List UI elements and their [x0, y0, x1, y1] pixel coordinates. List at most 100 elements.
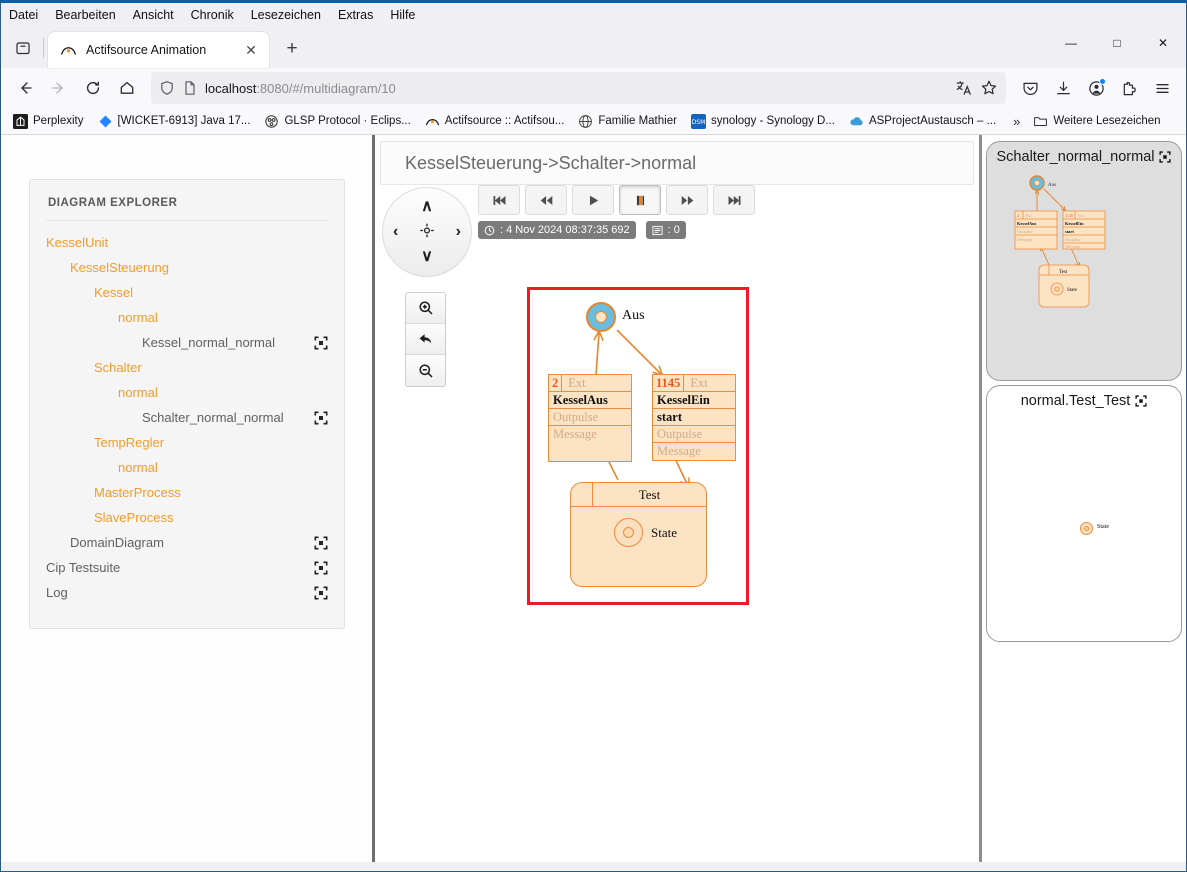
svg-text:KesselEin: KesselEin [1065, 221, 1084, 226]
svg-text:Message: Message [1065, 244, 1080, 249]
tab-actifsource-animation[interactable]: Actifsource Animation ✕ [48, 32, 269, 68]
zoom-in-icon[interactable] [406, 293, 445, 324]
bookmark-perplexity[interactable]: Perplexity [7, 111, 90, 132]
tree-item-kessel-normal-normal[interactable]: Kessel_normal_normal [46, 330, 328, 355]
pan-right-icon[interactable]: › [456, 224, 461, 240]
bookmark-label: [WICKET-6913] Java 17... [118, 115, 251, 127]
minipanel-normal-test-test[interactable]: normal.Test_Test State [986, 385, 1182, 642]
dsm-icon: DSM [691, 114, 706, 129]
extensions-icon[interactable] [1113, 72, 1145, 104]
step-forward-button[interactable] [666, 185, 708, 215]
menu-datei[interactable]: Datei [9, 8, 38, 22]
state-circle[interactable] [614, 518, 643, 547]
translate-icon[interactable] [955, 79, 973, 97]
message-box-kesselaus[interactable]: 2 Ext KesselAus Outpulse Message [548, 374, 632, 462]
play-button[interactable] [572, 185, 614, 215]
step-back-button[interactable] [525, 185, 567, 215]
bookmark-glsp[interactable]: GLSP Protocol · Eclips... [258, 111, 416, 132]
skip-start-button[interactable] [478, 185, 520, 215]
close-icon[interactable]: ✕ [241, 40, 261, 60]
node-aus[interactable] [586, 302, 616, 332]
bookmark-synology[interactable]: DSM synology - Synology D... [685, 111, 841, 132]
menu-chronik[interactable]: Chronik [191, 8, 234, 22]
menu-ansicht[interactable]: Ansicht [133, 8, 174, 22]
explorer-title: DIAGRAM EXPLORER [46, 194, 328, 221]
pause-button[interactable] [619, 185, 661, 215]
skip-end-button[interactable] [713, 185, 755, 215]
playback-toolbar [478, 185, 755, 215]
tree-item-kessel-normal[interactable]: normal [46, 305, 328, 330]
forward-icon[interactable] [43, 72, 75, 104]
expand-icon[interactable] [1135, 395, 1147, 407]
tree-item-slaveprocess[interactable]: SlaveProcess [46, 505, 328, 530]
other-bookmarks-label: Weitere Lesezeichen [1053, 115, 1160, 127]
tree-item-tempregler-normal[interactable]: normal [46, 455, 328, 480]
pan-compass[interactable]: ∧ ‹ › ∨ [382, 187, 472, 277]
tree-item-kesselsteuerung[interactable]: KesselSteuerung [46, 255, 328, 280]
app-menu-icon[interactable] [1146, 72, 1178, 104]
tree-item-schalter[interactable]: Schalter [46, 355, 328, 380]
bookmarks-bar: Perplexity [WICKET-6913] Java 17... GLSP… [1, 108, 1186, 135]
bookmark-actifsource[interactable]: Actifsource :: Actifsou... [419, 111, 571, 132]
reload-icon[interactable] [77, 72, 109, 104]
menu-lesezeichen[interactable]: Lesezeichen [251, 8, 321, 22]
globe-icon [578, 114, 593, 129]
download-icon[interactable] [1047, 72, 1079, 104]
expand-icon[interactable] [314, 336, 328, 350]
bookmark-wicket[interactable]: [WICKET-6913] Java 17... [92, 111, 257, 132]
menu-bearbeiten[interactable]: Bearbeiten [55, 8, 115, 22]
bookmark-familie-mathier[interactable]: Familie Mathier [572, 111, 683, 132]
expand-icon[interactable] [314, 561, 328, 575]
minipanel-schalter-normal-normal[interactable]: Schalter_normal_normal [986, 141, 1182, 381]
menu-hilfe[interactable]: Hilfe [390, 8, 415, 22]
minipanel-thumbnail[interactable]: State [987, 409, 1181, 642]
minimize-button[interactable]: — [1048, 26, 1094, 59]
diagram-canvas[interactable]: Aus 2 Ext KesselAus Outpulse Message 114… [527, 287, 749, 605]
pan-down-icon[interactable]: ∨ [421, 249, 433, 265]
message-box-kesselein[interactable]: 1145 Ext KesselEin start Outpulse Messag… [652, 374, 736, 461]
expand-icon[interactable] [314, 536, 328, 550]
tree-item-label: Kessel_normal_normal [142, 335, 306, 350]
pan-left-icon[interactable]: ‹ [393, 224, 398, 240]
pan-center-icon[interactable] [420, 223, 435, 241]
tree-item-cip-testsuite[interactable]: Cip Testsuite [46, 555, 328, 580]
expand-icon[interactable] [314, 586, 328, 600]
zoom-out-icon[interactable] [406, 355, 445, 386]
tree-item-kessel[interactable]: Kessel [46, 280, 328, 305]
maximize-button[interactable]: □ [1094, 26, 1140, 59]
message-box-header: 1145 Ext [653, 375, 735, 392]
tree-item-schalter-normal[interactable]: normal [46, 380, 328, 405]
jira-icon [98, 114, 113, 129]
svg-text:Ext: Ext [1078, 213, 1084, 218]
message-ext: Ext [562, 375, 591, 391]
close-window-button[interactable]: ✕ [1140, 26, 1186, 59]
timestamp-text: : 4 Nov 2024 08:37:35 692 [500, 224, 630, 236]
pocket-icon[interactable] [1014, 72, 1046, 104]
tree-item-schalter-normal-normal[interactable]: Schalter_normal_normal [46, 405, 328, 430]
tree-item-label: normal [118, 385, 328, 400]
home-icon[interactable] [111, 72, 143, 104]
reset-icon[interactable] [406, 324, 445, 355]
state-machine-test[interactable]: Test State [570, 482, 707, 587]
bookmarks-overflow-icon[interactable]: » [1008, 111, 1025, 132]
url-text: localhost:8080/#/multidiagram/10 [205, 81, 948, 96]
tree-item-kesselunit[interactable]: KesselUnit [46, 230, 328, 255]
state-circle[interactable] [1080, 522, 1093, 535]
expand-icon[interactable] [1159, 151, 1171, 163]
list-all-tabs-icon[interactable] [5, 31, 41, 65]
other-bookmarks-folder[interactable]: Weitere Lesezeichen [1027, 111, 1166, 132]
new-tab-button[interactable]: + [277, 34, 307, 64]
menu-extras[interactable]: Extras [338, 8, 373, 22]
expand-icon[interactable] [314, 411, 328, 425]
account-icon[interactable] [1080, 72, 1112, 104]
tree-item-domaindiagram[interactable]: DomainDiagram [46, 530, 328, 555]
back-icon[interactable] [9, 72, 41, 104]
tree-item-masterprocess[interactable]: MasterProcess [46, 480, 328, 505]
pan-up-icon[interactable]: ∧ [421, 199, 433, 215]
bookmark-star-icon[interactable] [980, 79, 998, 97]
tree-item-log[interactable]: Log [46, 580, 328, 605]
minipanel-thumbnail[interactable]: Aus 2 Ext KesselA [987, 165, 1181, 381]
bookmark-asprojektaustausch[interactable]: ASProjectAustausch – ... [843, 111, 1002, 132]
url-bar[interactable]: localhost:8080/#/multidiagram/10 [151, 72, 1006, 104]
tree-item-tempregler[interactable]: TempRegler [46, 430, 328, 455]
